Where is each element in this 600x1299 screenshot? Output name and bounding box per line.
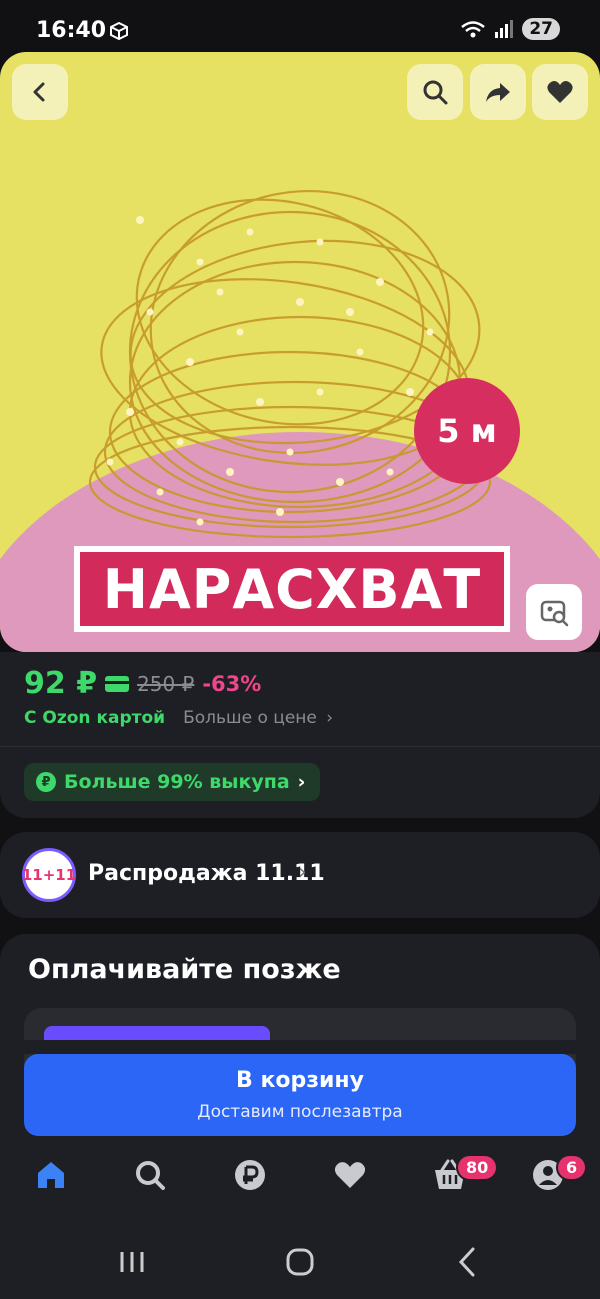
sale-logo-text: 11+11 — [21, 866, 77, 884]
image-search-icon — [540, 600, 569, 627]
more-about-price-label: Больше о цене — [183, 708, 317, 728]
search-icon — [423, 80, 448, 105]
current-price: 92 ₽ — [24, 666, 98, 701]
status-bar: 16:40 27 — [0, 0, 600, 60]
profile-notification-badge: 6 — [556, 1154, 588, 1181]
system-navigation-bar — [0, 1226, 600, 1299]
bottom-navigation: 80 6 — [0, 1136, 600, 1226]
delivery-label: Доставим послезавтра — [197, 1102, 403, 1122]
home-icon — [38, 1162, 64, 1188]
favorite-button[interactable] — [532, 64, 588, 120]
chevron-right-icon: › — [297, 771, 306, 793]
ruble-circle-icon: ₽ — [36, 772, 56, 792]
share-button[interactable] — [470, 64, 526, 120]
nav-cart[interactable]: 80 — [420, 1154, 499, 1218]
chevron-right-icon: › — [326, 708, 334, 728]
nav-profile[interactable]: 6 — [518, 1154, 588, 1218]
battery-indicator: 27 — [522, 18, 560, 40]
cart-count-badge: 80 — [456, 1154, 499, 1181]
search-icon — [136, 1161, 165, 1190]
search-button[interactable] — [407, 64, 463, 120]
old-price: 250 ₽ — [137, 671, 195, 696]
price-section: 92 ₽ 250 ₽ -63% С Ozon картой Больше о ц… — [0, 652, 600, 818]
chevron-right-icon: › — [298, 860, 307, 885]
nav-search[interactable] — [120, 1158, 180, 1218]
pay-later-title: Оплачивайте позже — [28, 954, 341, 985]
add-to-cart-button[interactable]: В корзину Доставим послезавтра — [24, 1054, 576, 1136]
sale-banner[interactable]: 11+11 Распродажа 11.11 › — [0, 832, 600, 918]
ruble-icon — [235, 1160, 265, 1190]
nav-favorites[interactable] — [320, 1158, 380, 1218]
sticky-footer-background — [0, 1040, 600, 1054]
buyout-badge[interactable]: ₽ Больше 99% выкупа › — [24, 763, 320, 801]
heart-icon — [334, 1162, 366, 1188]
price-row: 92 ₽ 250 ₽ -63% — [24, 666, 261, 701]
promo-banner: НАРАСХВАТ — [74, 546, 510, 632]
wifi-icon — [461, 21, 486, 38]
back-system-icon[interactable] — [448, 1242, 488, 1282]
product-image[interactable]: 5 м НАРАСХВАТ — [0, 52, 600, 652]
heart-icon — [547, 81, 573, 103]
more-about-price-link[interactable]: Больше о цене › — [183, 708, 333, 728]
signal-icon — [495, 20, 514, 38]
buyout-label: Больше 99% выкупа — [64, 771, 290, 793]
chevron-left-icon — [33, 82, 45, 102]
status-indicators: 27 — [460, 18, 560, 40]
status-time: 16:40 — [36, 18, 107, 43]
ozon-card-label: С Ozon картой — [24, 708, 166, 728]
share-arrow-icon — [486, 83, 510, 102]
recent-apps-icon[interactable] — [112, 1242, 152, 1282]
promo-banner-text: НАРАСХВАТ — [102, 557, 482, 621]
sale-logo-icon: 11+11 — [22, 848, 76, 902]
divider — [0, 746, 600, 747]
length-badge: 5 м — [414, 378, 520, 484]
ozon-card-icon — [105, 675, 130, 692]
ozon-card-row: С Ozon картой Больше о цене › — [24, 708, 333, 728]
sale-label: Распродажа 11.11 — [88, 861, 325, 886]
nav-finance[interactable] — [220, 1158, 280, 1218]
add-to-cart-label: В корзину — [236, 1068, 364, 1093]
back-button[interactable] — [12, 64, 68, 120]
home-system-icon[interactable] — [280, 1242, 320, 1282]
nav-home[interactable] — [21, 1158, 81, 1218]
image-search-button[interactable] — [526, 584, 582, 640]
discount-percent: -63% — [202, 671, 262, 696]
package-icon — [110, 22, 128, 40]
